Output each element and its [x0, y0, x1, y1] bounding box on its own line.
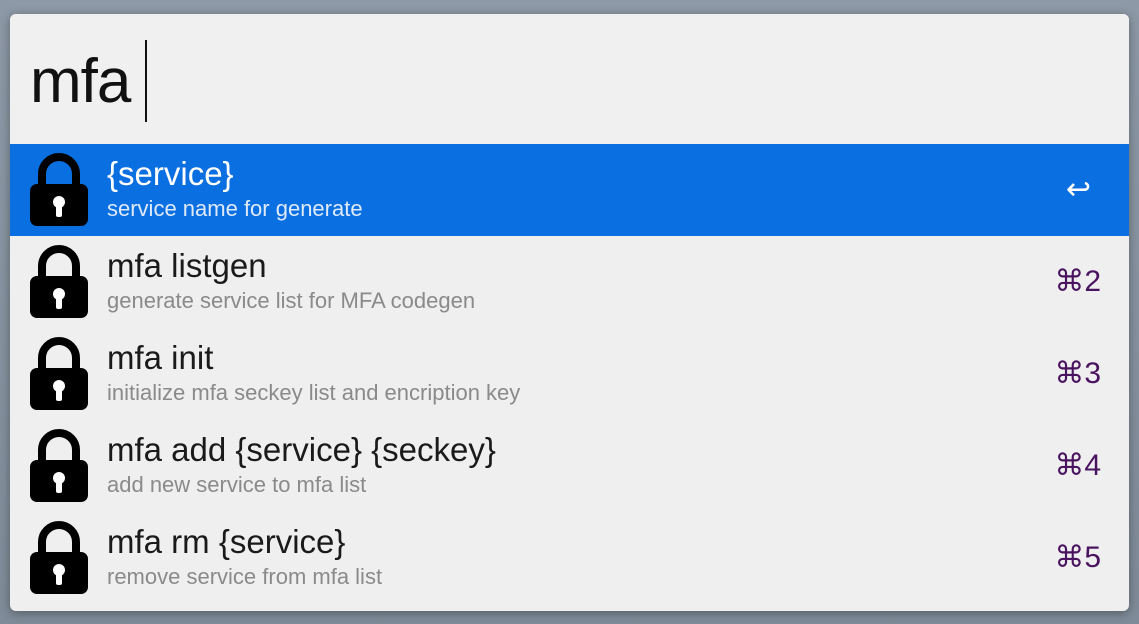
search-input[interactable]: mfa [30, 40, 148, 122]
result-subtitle: service name for generate [107, 196, 363, 221]
launcher-window: mfa {service} service name for generate … [10, 14, 1129, 611]
result-text: mfa init initialize mfa seckey list and … [107, 338, 520, 408]
result-subtitle: add new service to mfa list [107, 472, 367, 497]
results-list: {service} service name for generate ↩ mf… [10, 144, 1129, 604]
lock-icon [30, 521, 88, 594]
search-query: mfa [30, 46, 131, 116]
result-item[interactable]: mfa rm {service} remove service from mfa… [10, 512, 1129, 604]
result-title: mfa listgen [107, 247, 267, 284]
result-title: mfa rm {service} [107, 523, 346, 560]
result-item[interactable]: {service} service name for generate ↩ [10, 144, 1129, 236]
result-shortcut: ⌘4 [1054, 449, 1101, 482]
lock-icon [30, 429, 88, 502]
lock-icon [30, 245, 88, 318]
result-text: mfa add {service} {seckey} add new servi… [107, 430, 496, 500]
search-bar[interactable]: mfa [10, 14, 1129, 145]
result-subtitle: initialize mfa seckey list and encriptio… [107, 380, 521, 405]
lock-icon [30, 337, 88, 410]
result-title: mfa init [107, 339, 214, 376]
result-text: {service} service name for generate [107, 154, 363, 224]
result-item[interactable]: mfa add {service} {seckey} add new servi… [10, 420, 1129, 512]
result-title: mfa add {service} {seckey} [107, 431, 496, 468]
result-text: mfa rm {service} remove service from mfa… [107, 522, 382, 592]
result-title: {service} [107, 155, 234, 192]
text-caret [145, 40, 148, 122]
lock-icon [30, 153, 88, 226]
result-shortcut: ⌘5 [1054, 541, 1101, 574]
result-item[interactable]: mfa init initialize mfa seckey list and … [10, 328, 1129, 420]
result-subtitle: remove service from mfa list [107, 564, 383, 589]
result-item[interactable]: mfa listgen generate service list for MF… [10, 236, 1129, 328]
result-shortcut: ⌘3 [1054, 357, 1101, 390]
result-subtitle: generate service list for MFA codegen [107, 288, 476, 313]
result-shortcut: ⌘2 [1054, 265, 1101, 298]
result-text: mfa listgen generate service list for MF… [107, 246, 475, 316]
return-key-icon: ↩ [1065, 173, 1091, 206]
